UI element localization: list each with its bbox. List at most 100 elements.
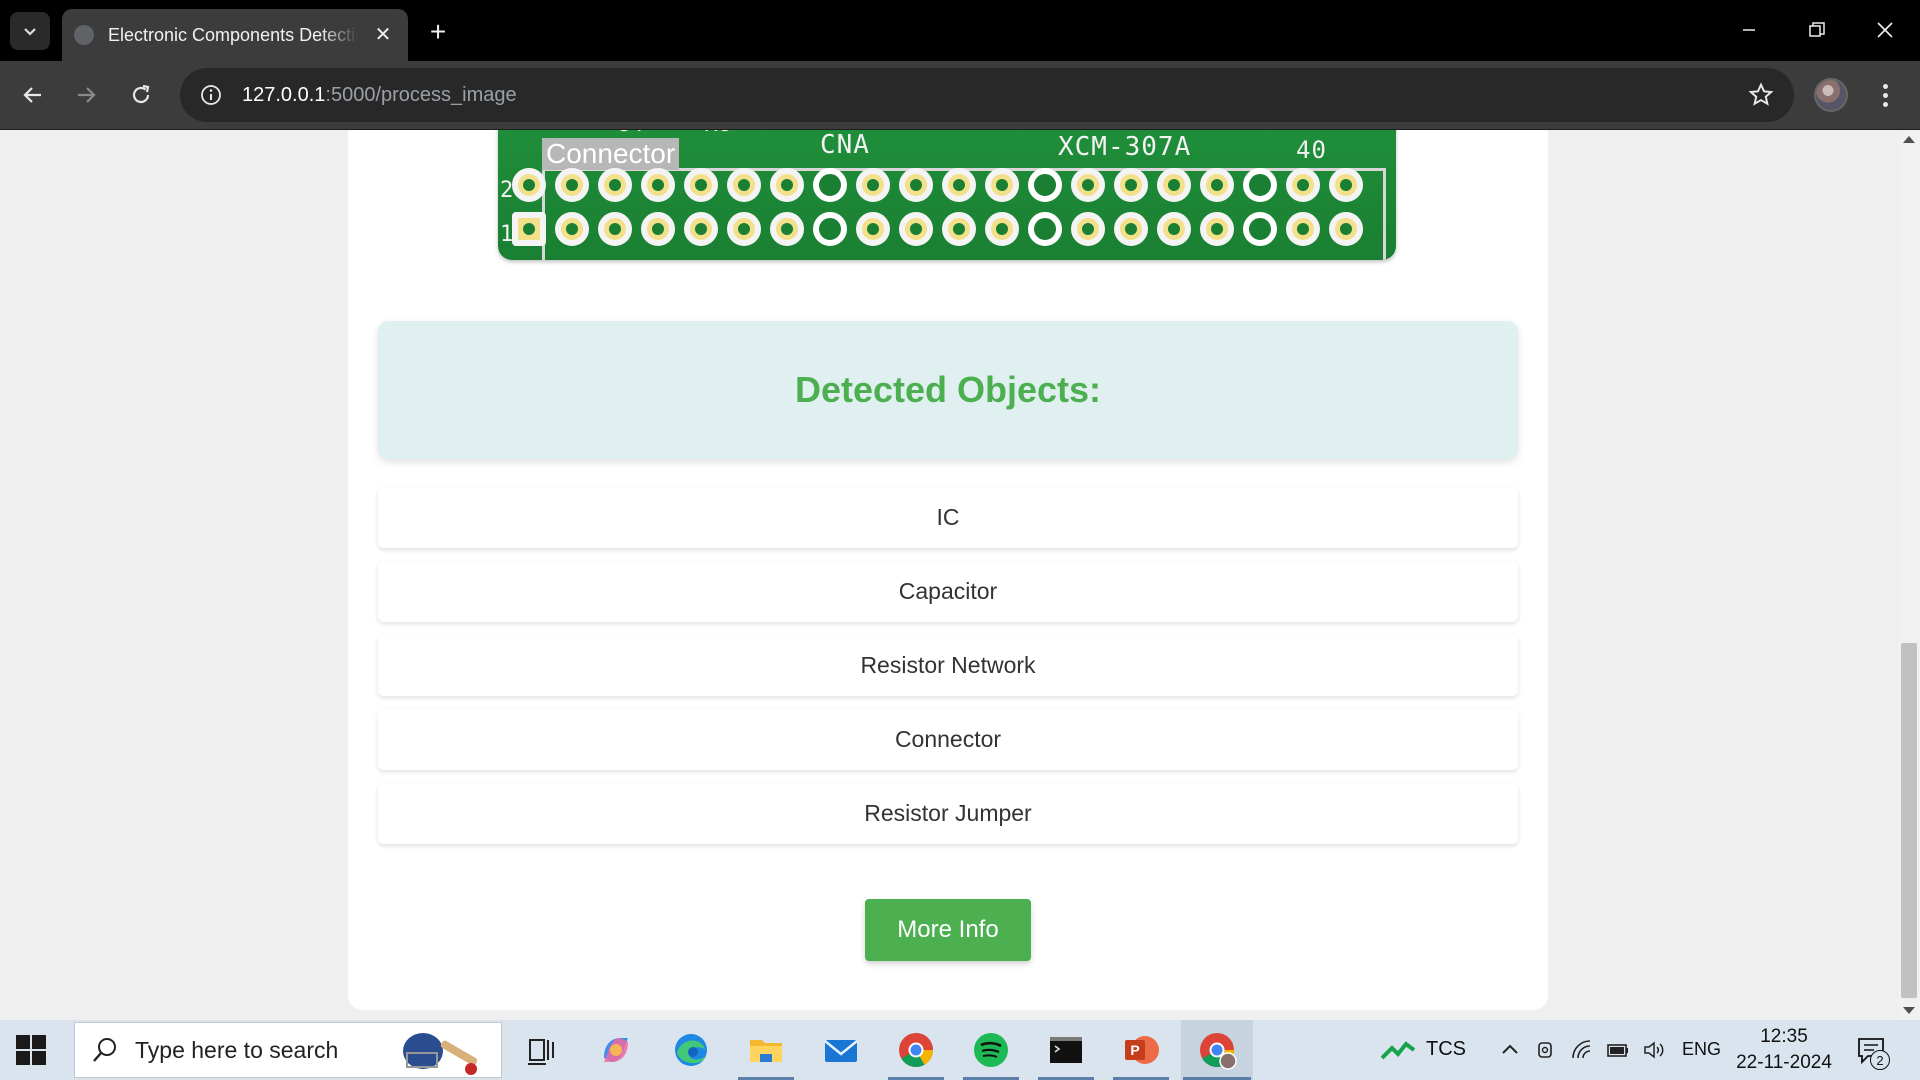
windows-start-button[interactable] bbox=[16, 1035, 46, 1065]
pcb-pin-pad bbox=[1028, 168, 1062, 202]
windows-logo-icon bbox=[32, 1051, 46, 1065]
task-view-icon[interactable] bbox=[520, 1028, 564, 1072]
back-button[interactable] bbox=[13, 75, 53, 115]
scroll-up-arrow-icon[interactable] bbox=[1903, 136, 1915, 143]
bookmark-star-icon[interactable] bbox=[1748, 82, 1774, 108]
pcb-pin-pad bbox=[942, 168, 976, 202]
pcb-pin-pad bbox=[641, 212, 675, 246]
wifi-icon[interactable] bbox=[1570, 1038, 1594, 1062]
pcb-pin-pad bbox=[1157, 212, 1191, 246]
edge-browser-icon[interactable] bbox=[669, 1028, 713, 1072]
detection-box-label: Connector bbox=[542, 138, 680, 170]
pcb-pin-pad bbox=[727, 212, 761, 246]
detected-item-connector: Connector bbox=[378, 709, 1518, 770]
profile-avatar[interactable] bbox=[1814, 78, 1848, 112]
clock-date: 22-11-2024 bbox=[1736, 1052, 1832, 1073]
pcb-pin-pad bbox=[856, 168, 890, 202]
vertical-scrollbar[interactable] bbox=[1898, 130, 1920, 1020]
browser-tab-active[interactable]: Electronic Components Detection ✕ bbox=[62, 9, 408, 61]
browser-menu-button[interactable] bbox=[1870, 75, 1900, 115]
pcb-label-c4: C4 bbox=[616, 130, 645, 137]
restore-button[interactable] bbox=[1794, 8, 1840, 52]
detected-objects-header: Detected Objects: bbox=[378, 321, 1518, 459]
chevron-up-icon[interactable] bbox=[1498, 1038, 1522, 1062]
pcb-label-40: 40 bbox=[1296, 136, 1327, 164]
pcb-pin-pad bbox=[1200, 212, 1234, 246]
url-text[interactable]: 127.0.0.1:5000/process_image bbox=[242, 84, 517, 107]
taskbar-search-box[interactable]: Type here to search bbox=[74, 1022, 502, 1078]
detected-item-resistor-network: Resistor Network bbox=[378, 635, 1518, 696]
close-icon bbox=[1877, 22, 1893, 38]
chrome-icon[interactable] bbox=[894, 1028, 938, 1072]
pcb-pin-pad bbox=[813, 168, 847, 202]
cricket-helmet-icon bbox=[403, 1033, 478, 1075]
meet-now-icon[interactable] bbox=[1534, 1038, 1558, 1062]
chrome-profile-icon[interactable] bbox=[1195, 1028, 1239, 1072]
detected-item-resistor-jumper: Resistor Jumper bbox=[378, 783, 1518, 844]
terminal-icon[interactable] bbox=[1044, 1028, 1088, 1072]
reload-icon bbox=[132, 84, 150, 104]
pcb-pin-pad bbox=[727, 168, 761, 202]
scrollbar-thumb[interactable] bbox=[1901, 643, 1917, 998]
file-explorer-icon[interactable] bbox=[744, 1028, 788, 1072]
pcb-pin-pad bbox=[555, 212, 589, 246]
restore-icon bbox=[1809, 22, 1825, 37]
minimize-icon bbox=[1743, 29, 1755, 31]
pcb-pin-pad bbox=[1114, 168, 1148, 202]
pcb-pin-pad bbox=[1286, 168, 1320, 202]
powerpoint-icon[interactable]: P bbox=[1119, 1028, 1163, 1072]
forward-button[interactable] bbox=[66, 75, 106, 115]
pcb-pin-pad bbox=[1243, 168, 1277, 202]
pcb-pin-pad bbox=[684, 212, 718, 246]
copilot-icon[interactable] bbox=[594, 1028, 638, 1072]
site-info-button[interactable] bbox=[184, 68, 238, 122]
pcb-pin-pad bbox=[856, 212, 890, 246]
pcb-pin-pad bbox=[770, 168, 804, 202]
pcb-pin-pad bbox=[942, 212, 976, 246]
dot-icon bbox=[1882, 92, 1888, 98]
pcb-pin-pad bbox=[1157, 168, 1191, 202]
tab-search-button[interactable] bbox=[10, 12, 50, 50]
scroll-down-arrow-icon[interactable] bbox=[1903, 1007, 1915, 1014]
pcb-pin-pad bbox=[684, 168, 718, 202]
stock-ticker-label[interactable]: TCS bbox=[1426, 1038, 1466, 1061]
pcb-pin-pad bbox=[1200, 168, 1234, 202]
globe-icon bbox=[74, 25, 94, 45]
reload-button[interactable] bbox=[121, 75, 161, 115]
detected-objects-title: Detected Objects: bbox=[794, 369, 1102, 410]
more-info-button[interactable]: More Info bbox=[865, 899, 1031, 961]
pcb-pin-pad bbox=[555, 168, 589, 202]
pcb-pin-pad bbox=[512, 168, 546, 202]
new-tab-button[interactable]: + bbox=[420, 14, 456, 50]
pcb-pin-pad bbox=[899, 212, 933, 246]
clock-time: 12:35 bbox=[1760, 1026, 1808, 1047]
language-indicator[interactable]: ENG bbox=[1682, 1039, 1721, 1060]
windows-logo-icon bbox=[32, 1035, 46, 1049]
search-placeholder: Type here to search bbox=[135, 1036, 339, 1063]
minimize-button[interactable] bbox=[1726, 8, 1772, 52]
pcb-pin-pad bbox=[1329, 212, 1363, 246]
tab-close-button[interactable]: ✕ bbox=[372, 23, 394, 46]
tab-title: Electronic Components Detection bbox=[108, 24, 358, 45]
pcb-pin-pad bbox=[641, 168, 675, 202]
dot-icon bbox=[1882, 83, 1888, 89]
pcb-detection-image: C4 R8 CNA XCM-307A 40 2 1 Connector bbox=[498, 130, 1396, 260]
pcb-pin-pad bbox=[1243, 212, 1277, 246]
stock-chart-icon[interactable] bbox=[1380, 1038, 1416, 1062]
pcb-pin-pad bbox=[985, 168, 1019, 202]
pcb-pin-pad bbox=[1329, 168, 1363, 202]
dot-icon bbox=[1882, 101, 1888, 107]
pcb-pin-pad bbox=[1071, 212, 1105, 246]
volume-icon[interactable] bbox=[1642, 1038, 1666, 1062]
battery-icon[interactable] bbox=[1606, 1038, 1630, 1062]
taskbar-clock[interactable]: 12:35 22-11-2024 bbox=[1734, 1024, 1834, 1076]
mail-icon[interactable] bbox=[819, 1028, 863, 1072]
close-window-button[interactable] bbox=[1862, 8, 1908, 52]
spotify-icon[interactable] bbox=[969, 1028, 1013, 1072]
detected-objects-list: IC Capacitor Resistor Network Connector … bbox=[378, 487, 1518, 857]
pcb-pin-pad bbox=[1071, 168, 1105, 202]
windows-logo-icon bbox=[16, 1051, 30, 1065]
pcb-pin-pad bbox=[1114, 212, 1148, 246]
address-bar[interactable]: 127.0.0.1:5000/process_image bbox=[180, 68, 1794, 122]
page-viewport: C4 R8 CNA XCM-307A 40 2 1 Connector Dete… bbox=[0, 130, 1920, 1020]
